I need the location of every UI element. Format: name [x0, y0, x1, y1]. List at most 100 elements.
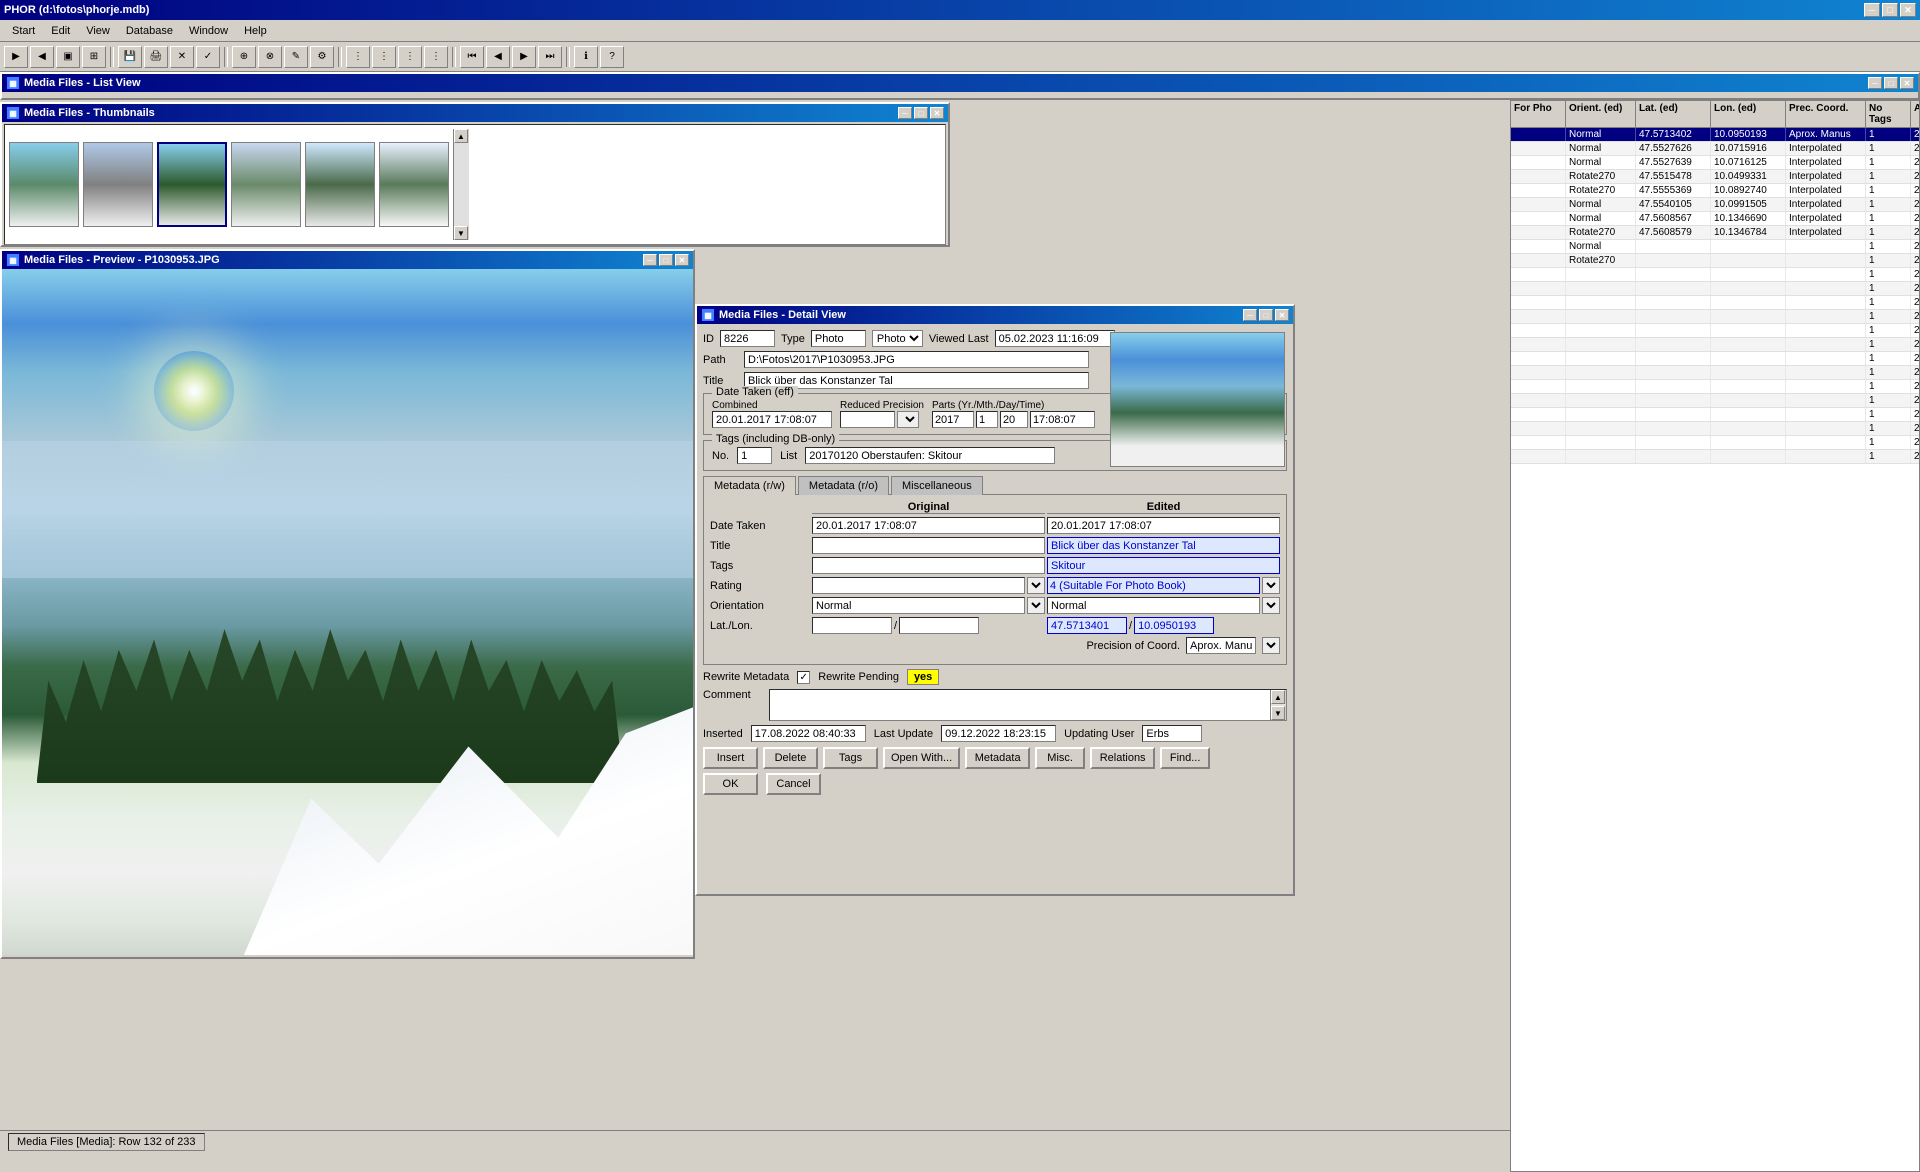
- time-input[interactable]: [1030, 411, 1095, 428]
- table-row[interactable]: Rotate27047.560857910.1346784Interpolate…: [1511, 226, 1919, 240]
- grid-cell[interactable]: Normal: [1566, 198, 1636, 211]
- grid-cell[interactable]: 10.0499331: [1711, 170, 1786, 183]
- grid-cell[interactable]: [1511, 198, 1566, 211]
- table-row[interactable]: Normal47.552762610.0715916Interpolated12…: [1511, 142, 1919, 156]
- grid-cell[interactable]: [1566, 268, 1636, 281]
- grid-cell[interactable]: Normal: [1566, 142, 1636, 155]
- grid-cell[interactable]: [1711, 296, 1786, 309]
- table-row[interactable]: 120180101: [1511, 296, 1919, 310]
- table-row[interactable]: Rotate27047.555536910.0892740Interpolate…: [1511, 184, 1919, 198]
- grid-cell[interactable]: [1511, 408, 1566, 421]
- grid-cell[interactable]: Interpolated: [1786, 184, 1866, 197]
- grid-cell[interactable]: 20180101: [1911, 310, 1919, 323]
- app-maximize-button[interactable]: □: [1882, 3, 1898, 17]
- grid-cell[interactable]: 10.1346690: [1711, 212, 1786, 225]
- grid-cell[interactable]: 47.5555369: [1636, 184, 1711, 197]
- grid-cell[interactable]: 1: [1866, 352, 1911, 365]
- thumbnail-item-2[interactable]: [83, 142, 153, 227]
- grid-cell[interactable]: 47.5527639: [1636, 156, 1711, 169]
- grid-cell[interactable]: [1786, 380, 1866, 393]
- table-row[interactable]: 120180101: [1511, 324, 1919, 338]
- grid-cell[interactable]: 20180120: [1911, 338, 1919, 351]
- open-with-button[interactable]: Open With...: [883, 747, 960, 769]
- grid-cell[interactable]: [1566, 310, 1636, 323]
- grid-cell[interactable]: 47.5527626: [1636, 142, 1711, 155]
- menu-window[interactable]: Window: [181, 23, 236, 39]
- grid-cell[interactable]: [1711, 366, 1786, 379]
- type-input[interactable]: [811, 330, 866, 347]
- toolbar-btn-16[interactable]: ⋮: [424, 46, 448, 68]
- grid-cell[interactable]: [1786, 282, 1866, 295]
- comment-scroll-up[interactable]: ▲: [1271, 690, 1285, 704]
- table-row[interactable]: Normal47.571340210.0950193Aprox. Manus12…: [1511, 128, 1919, 142]
- reduced-precision-select[interactable]: [897, 411, 919, 428]
- grid-cell[interactable]: [1786, 310, 1866, 323]
- detail-minimize[interactable]: ─: [1243, 309, 1257, 321]
- grid-cell[interactable]: [1786, 352, 1866, 365]
- toolbar-btn-15[interactable]: ⋮: [398, 46, 422, 68]
- grid-cell[interactable]: [1786, 338, 1866, 351]
- relations-button[interactable]: Relations: [1090, 747, 1155, 769]
- tags-no-input[interactable]: [737, 447, 772, 464]
- precision-input[interactable]: [1186, 637, 1256, 654]
- grid-cell[interactable]: [1511, 394, 1566, 407]
- grid-cell[interactable]: 20170120: [1911, 198, 1919, 211]
- grid-cell[interactable]: 1: [1866, 184, 1911, 197]
- grid-cell[interactable]: 20170120: [1911, 128, 1919, 141]
- grid-cell[interactable]: 20170120: [1911, 240, 1919, 253]
- grid-cell[interactable]: Rotate270: [1566, 254, 1636, 267]
- grid-cell[interactable]: [1566, 324, 1636, 337]
- day-input[interactable]: [1000, 411, 1028, 428]
- grid-cell[interactable]: Aprox. Manus: [1786, 128, 1866, 141]
- grid-cell[interactable]: [1786, 436, 1866, 449]
- grid-cell[interactable]: [1711, 380, 1786, 393]
- grid-cell[interactable]: [1566, 366, 1636, 379]
- thumbnails-close[interactable]: ✕: [930, 107, 944, 119]
- grid-cell[interactable]: [1636, 352, 1711, 365]
- table-row[interactable]: Rotate27047.551547810.0499331Interpolate…: [1511, 170, 1919, 184]
- grid-cell[interactable]: 10.0892740: [1711, 184, 1786, 197]
- toolbar-btn-7[interactable]: ✕: [170, 46, 194, 68]
- grid-cell[interactable]: 1: [1866, 394, 1911, 407]
- thumbnails-scrollbar[interactable]: ▲ ▼: [453, 129, 469, 240]
- grid-cell[interactable]: [1511, 338, 1566, 351]
- grid-cell[interactable]: [1711, 324, 1786, 337]
- grid-cell[interactable]: Interpolated: [1786, 142, 1866, 155]
- grid-cell[interactable]: Rotate270: [1566, 226, 1636, 239]
- inserted-input[interactable]: [751, 725, 866, 742]
- grid-cell[interactable]: [1636, 436, 1711, 449]
- grid-cell[interactable]: [1566, 282, 1636, 295]
- grid-cell[interactable]: 20170120: [1911, 226, 1919, 239]
- year-input[interactable]: [932, 411, 974, 428]
- grid-cell[interactable]: 47.5608579: [1636, 226, 1711, 239]
- list-view-maximize[interactable]: □: [1884, 77, 1898, 89]
- title-edited-input[interactable]: [1047, 537, 1280, 554]
- grid-cell[interactable]: 47.5515478: [1636, 170, 1711, 183]
- toolbar-btn-nav-first[interactable]: ⏮: [460, 46, 484, 68]
- grid-cell[interactable]: [1636, 380, 1711, 393]
- grid-cell[interactable]: [1636, 422, 1711, 435]
- grid-cell[interactable]: [1786, 240, 1866, 253]
- grid-cell[interactable]: 1: [1866, 142, 1911, 155]
- app-close-button[interactable]: ✕: [1900, 3, 1916, 17]
- grid-cell[interactable]: 47.5713402: [1636, 128, 1711, 141]
- grid-cell[interactable]: 1: [1866, 422, 1911, 435]
- grid-cell[interactable]: 20170120: [1911, 170, 1919, 183]
- lat-edited-input[interactable]: [1047, 617, 1127, 634]
- grid-cell[interactable]: 10.0950193: [1711, 128, 1786, 141]
- type-select[interactable]: Photo: [872, 330, 923, 347]
- grid-cell[interactable]: [1636, 268, 1711, 281]
- grid-cell[interactable]: [1511, 184, 1566, 197]
- table-row[interactable]: 120180120: [1511, 366, 1919, 380]
- table-row[interactable]: Rotate270120170120: [1511, 254, 1919, 268]
- grid-cell[interactable]: 20180120: [1911, 366, 1919, 379]
- find-button[interactable]: Find...: [1160, 747, 1210, 769]
- grid-cell[interactable]: [1511, 212, 1566, 225]
- grid-cell[interactable]: [1566, 422, 1636, 435]
- updating-user-input[interactable]: [1142, 725, 1202, 742]
- grid-cell[interactable]: 1: [1866, 296, 1911, 309]
- grid-cell[interactable]: [1511, 296, 1566, 309]
- toolbar-btn-2[interactable]: ◀: [30, 46, 54, 68]
- grid-cell[interactable]: 20180120: [1911, 394, 1919, 407]
- grid-cell[interactable]: [1511, 142, 1566, 155]
